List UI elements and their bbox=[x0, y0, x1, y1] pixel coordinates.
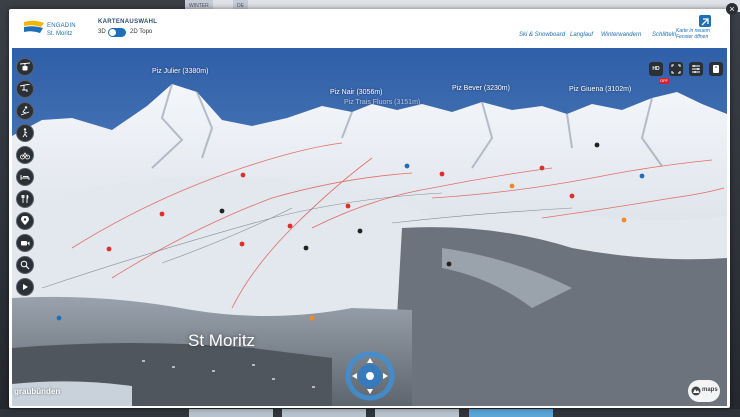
logo-line-2: St. Moritz bbox=[47, 31, 73, 37]
peak-label[interactable]: Piz Giuena (3102m) bbox=[569, 86, 631, 93]
map-mode-toggle[interactable] bbox=[108, 28, 126, 37]
hiker-button[interactable] bbox=[16, 124, 34, 142]
peak-label[interactable]: Piz Nair (3056m) bbox=[330, 89, 383, 96]
panorama-map[interactable]: Piz Julier (3380m) Piz Nair (3056m) Piz … bbox=[12, 48, 727, 406]
graubuenden-logo: graubünden bbox=[14, 387, 61, 396]
hiker-icon bbox=[22, 128, 28, 138]
hd-toggle-button[interactable]: HD bbox=[649, 62, 663, 76]
hd-state-badge: OFF bbox=[659, 78, 669, 84]
book-icon bbox=[713, 65, 719, 73]
engadin-logo-mark-icon bbox=[24, 20, 44, 33]
map-modal: ENGADIN St. Moritz KARTENAUSWAHL 3D 2D T… bbox=[9, 9, 730, 408]
background-thumbnail bbox=[375, 409, 459, 417]
option-3d-label[interactable]: 3D bbox=[98, 29, 106, 35]
open-new-window-icon[interactable] bbox=[699, 15, 711, 27]
gondola-icon bbox=[20, 62, 30, 71]
town-label-st-moritz[interactable]: St Moritz bbox=[188, 331, 255, 351]
background-thumbnail bbox=[282, 409, 366, 417]
compass-icon bbox=[345, 351, 395, 401]
new-window-line-2: Fenster öffnen bbox=[676, 34, 709, 40]
points-of-interest-button[interactable] bbox=[16, 212, 34, 230]
sliders-icon bbox=[692, 65, 700, 73]
close-modal-button[interactable]: × bbox=[726, 3, 738, 15]
video-camera-icon bbox=[21, 241, 30, 246]
ski-lift-button[interactable] bbox=[16, 80, 34, 98]
play-icon bbox=[23, 284, 28, 290]
ski-lift-icon bbox=[20, 84, 30, 92]
background-thumbnail-strip bbox=[0, 409, 740, 417]
play-tour-button[interactable] bbox=[16, 278, 34, 296]
navigation-compass[interactable] bbox=[345, 351, 395, 401]
accommodation-button[interactable] bbox=[16, 168, 34, 186]
peak-label[interactable]: Piz Trais Fluors (3151m) bbox=[344, 99, 420, 106]
nav-langlauf[interactable]: Langlauf bbox=[570, 32, 593, 38]
bed-icon bbox=[20, 175, 30, 180]
peak-label[interactable]: Piz Julier (3380m) bbox=[152, 68, 208, 75]
nav-ski-snowboard[interactable]: Ski & Snowboard bbox=[519, 32, 565, 38]
fullscreen-button[interactable] bbox=[669, 62, 683, 76]
background-thumbnail bbox=[469, 409, 553, 417]
option-2d-topo-label[interactable]: 2D Topo bbox=[130, 29, 152, 35]
gondola-button[interactable] bbox=[16, 58, 34, 76]
peak-label[interactable]: Piz Bever (3230m) bbox=[452, 85, 510, 92]
restaurant-button[interactable] bbox=[16, 190, 34, 208]
restaurant-icon bbox=[21, 194, 29, 203]
maps-brand-text: maps bbox=[702, 387, 718, 393]
background-thumbnail bbox=[189, 409, 273, 417]
info-button[interactable] bbox=[709, 62, 723, 76]
logo-line-1: ENGADIN bbox=[47, 23, 76, 29]
maps-brand-mark-icon bbox=[691, 386, 701, 396]
nav-schlitteln[interactable]: Schlitteln bbox=[652, 32, 676, 38]
maps-brand-logo: maps bbox=[688, 380, 720, 402]
fullscreen-icon bbox=[671, 64, 681, 74]
open-new-window-link[interactable]: Karte in neuem Fenster öffnen bbox=[676, 28, 728, 40]
toggle-knob bbox=[109, 29, 116, 36]
map-selection-title: KARTENAUSWAHL bbox=[98, 19, 158, 25]
cyclist-button[interactable] bbox=[16, 146, 34, 164]
webcam-button[interactable] bbox=[16, 234, 34, 252]
skier-icon bbox=[20, 106, 30, 116]
settings-button[interactable] bbox=[689, 62, 703, 76]
skier-button[interactable] bbox=[16, 102, 34, 120]
search-icon bbox=[20, 260, 30, 270]
location-pin-icon bbox=[21, 216, 29, 225]
search-button[interactable] bbox=[16, 256, 34, 274]
engadin-logo: ENGADIN St. Moritz bbox=[23, 17, 83, 47]
nav-winterwandern[interactable]: Winterwandern bbox=[601, 32, 641, 38]
cyclist-icon bbox=[20, 152, 30, 160]
